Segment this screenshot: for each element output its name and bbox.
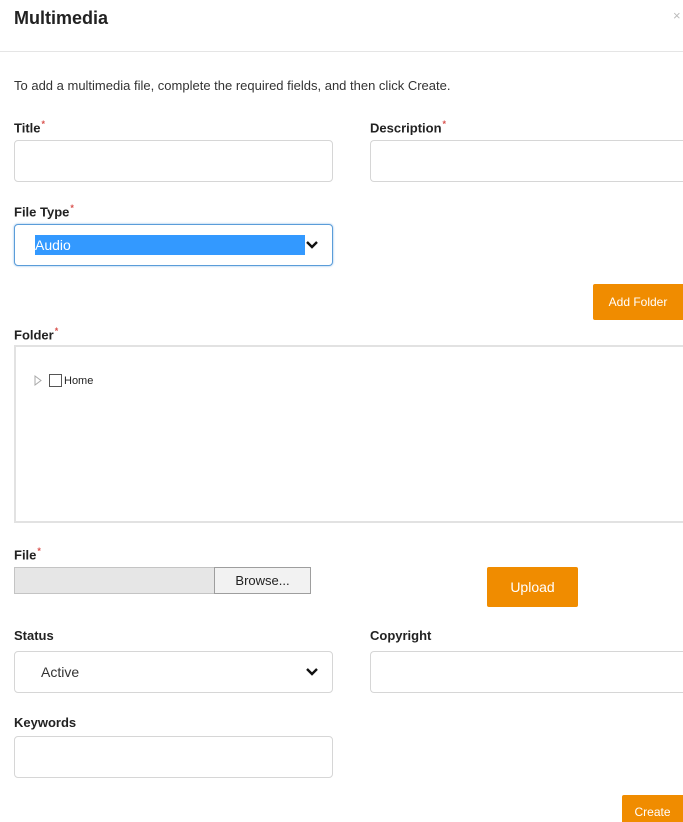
chevron-down-icon <box>306 241 318 249</box>
required-marker: * <box>37 546 41 556</box>
file-type-selected-value: Audio <box>35 235 305 255</box>
tree-item-home[interactable]: Home <box>34 374 93 387</box>
required-marker: * <box>442 119 447 129</box>
copyright-input[interactable] <box>370 651 683 693</box>
status-selected-value: Active <box>41 664 80 680</box>
close-icon[interactable]: × <box>673 8 681 23</box>
description-input[interactable] <box>370 140 683 182</box>
title-input[interactable] <box>14 140 333 182</box>
keywords-label: Keywords <box>14 715 77 730</box>
folder-label: Folder* <box>14 326 59 343</box>
file-type-label: File Type* <box>14 203 74 220</box>
chevron-down-icon <box>306 668 318 676</box>
triangle-right-icon[interactable] <box>34 375 42 386</box>
file-path-field[interactable] <box>14 567 214 594</box>
intro-text: To add a multimedia file, complete the r… <box>14 78 451 93</box>
dialog-title: Multimedia <box>14 8 109 28</box>
add-folder-button[interactable]: Add Folder <box>593 284 683 320</box>
tree-checkbox[interactable] <box>49 374 62 387</box>
status-select[interactable]: Active <box>14 651 333 693</box>
header-divider <box>0 51 683 52</box>
title-label: Title* <box>14 119 46 136</box>
file-type-select[interactable]: Audio <box>14 224 333 266</box>
tree-item-label: Home <box>64 374 94 387</box>
status-label: Status <box>14 628 54 643</box>
create-button[interactable]: Create <box>622 795 683 822</box>
keywords-input[interactable] <box>14 736 333 778</box>
description-label: Description* <box>370 119 447 136</box>
browse-button[interactable]: Browse... <box>214 567 311 594</box>
file-label: File* <box>14 546 41 563</box>
required-marker: * <box>70 203 74 213</box>
upload-button[interactable]: Upload <box>487 567 578 607</box>
required-marker: * <box>41 119 46 129</box>
required-marker: * <box>54 326 59 336</box>
folder-tree: Home <box>14 345 683 523</box>
copyright-label: Copyright <box>370 628 432 643</box>
